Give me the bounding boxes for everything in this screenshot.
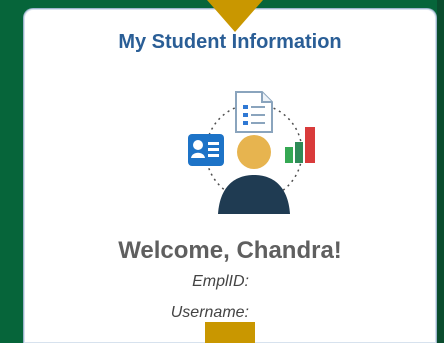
person-avatar-icon bbox=[218, 135, 290, 214]
keyboard-focus-top-marker bbox=[207, 0, 263, 32]
keyboard-focus-bottom-marker bbox=[205, 322, 255, 343]
id-card-icon bbox=[188, 134, 224, 166]
tile-title: My Student Information bbox=[118, 31, 342, 53]
bar-chart-icon bbox=[285, 127, 315, 163]
emplid-label: EmplID: bbox=[192, 273, 249, 290]
document-list-icon bbox=[235, 91, 273, 133]
welcome-message: Welcome, Chandra! bbox=[118, 237, 342, 264]
page-edge-strip bbox=[437, 0, 444, 343]
my-student-information-tile[interactable]: My Student Information Welcome, Chandra!… bbox=[23, 8, 437, 343]
portal-background: My Student Information Welcome, Chandra!… bbox=[0, 0, 444, 343]
username-label: Username: bbox=[170, 304, 249, 321]
student-information-illustration bbox=[188, 91, 315, 214]
